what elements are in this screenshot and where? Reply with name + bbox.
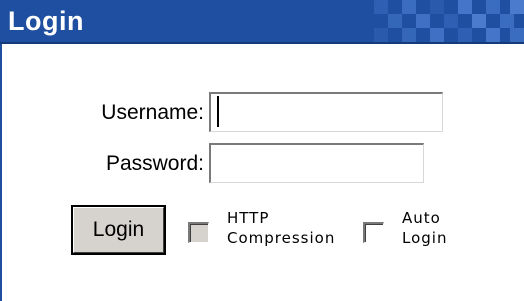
auto-login-checkbox[interactable]: [363, 222, 384, 243]
username-label: Username:: [101, 101, 204, 124]
login-title: Login: [8, 6, 84, 36]
password-label: Password:: [105, 152, 204, 175]
http-compression-checkbox[interactable]: [188, 222, 209, 243]
http-compression-label: HTTP Compression: [227, 208, 335, 248]
password-input[interactable]: [209, 143, 424, 183]
login-button[interactable]: Login: [71, 205, 166, 255]
text-caret: [217, 96, 219, 127]
title-bar-pattern: [374, 0, 524, 42]
auto-login-label-line2: Login: [402, 229, 448, 247]
auto-login-label: Auto Login: [402, 208, 447, 248]
http-compression-label-line2: Compression: [227, 229, 336, 247]
panel-left-border: [0, 44, 2, 301]
http-compression-label-line1: HTTP: [227, 209, 270, 227]
username-input[interactable]: [209, 92, 443, 132]
auto-login-label-line1: Auto: [402, 209, 441, 227]
login-title-bar: Login: [0, 0, 524, 44]
